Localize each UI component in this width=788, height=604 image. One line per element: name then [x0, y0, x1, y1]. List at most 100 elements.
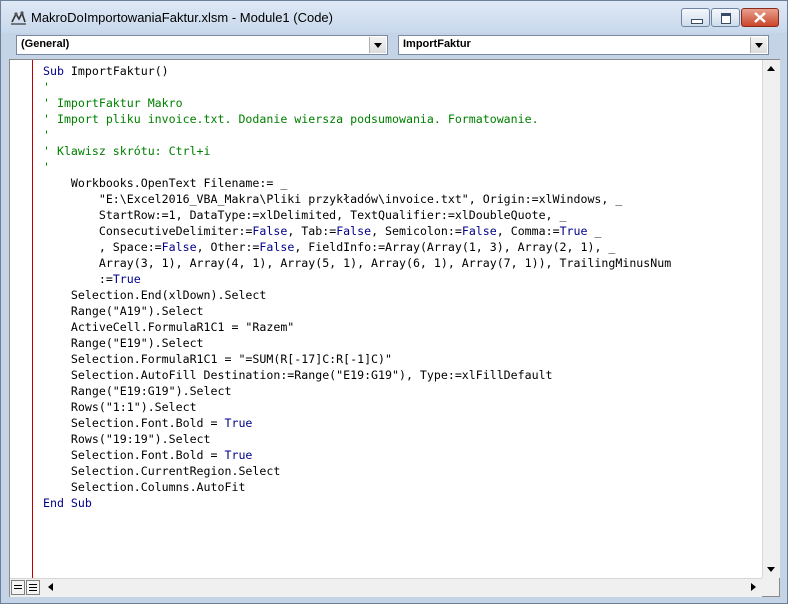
title-bar[interactable]: MakroDoImportowaniaFaktur.xlsm - Module1…: [1, 1, 787, 33]
code-keyword: End Sub: [43, 496, 92, 510]
minimize-icon: [691, 19, 703, 24]
maximize-button[interactable]: [711, 8, 740, 27]
code-line: ' ImportFaktur Makro: [43, 95, 768, 111]
code-text: ActiveCell.FormulaR1C1 = "Razem": [43, 320, 295, 334]
code-line: End Sub: [43, 495, 768, 511]
code-line: Selection.Font.Bold = True: [43, 447, 768, 463]
code-keyword: True: [224, 416, 253, 430]
code-line: StartRow:=1, DataType:=xlDelimited, Text…: [43, 207, 768, 223]
code-line: Selection.End(xlDown).Select: [43, 287, 768, 303]
code-text: , Semicolon:=: [371, 224, 462, 238]
code-comment: ': [43, 80, 50, 94]
close-button[interactable]: [741, 8, 779, 27]
code-keyword: Sub: [43, 64, 64, 78]
code-text: Selection.Columns.AutoFit: [43, 480, 246, 494]
procedure-view-icon: [14, 585, 22, 586]
code-text: Selection.Font.Bold =: [43, 416, 225, 430]
code-line: Workbooks.OpenText Filename:= _: [43, 175, 768, 191]
code-text: :=: [43, 272, 113, 286]
code-line: Range("E19:G19").Select: [43, 383, 768, 399]
code-text: Workbooks.OpenText Filename:= _: [43, 176, 288, 190]
code-line: Selection.AutoFill Destination:=Range("E…: [43, 367, 768, 383]
code-keyword: False: [336, 224, 372, 238]
minimize-button[interactable]: [681, 8, 710, 27]
chevron-down-icon[interactable]: [750, 37, 767, 53]
code-keyword: False: [161, 240, 197, 254]
code-keyword: True: [559, 224, 588, 238]
chevron-down-icon[interactable]: [369, 37, 386, 53]
scroll-down-arrow-icon[interactable]: [763, 561, 780, 578]
full-module-view-button[interactable]: [26, 580, 40, 595]
procedure-combo-value: ImportFaktur: [403, 38, 471, 50]
code-line: Rows("19:19").Select: [43, 431, 768, 447]
code-text: StartRow:=1, DataType:=xlDelimited, Text…: [43, 208, 567, 222]
code-text: Selection.Font.Bold =: [43, 448, 225, 462]
scrollbar-corner: [762, 578, 779, 596]
scroll-right-arrow-icon[interactable]: [745, 579, 762, 596]
code-text: , Space:=: [43, 240, 162, 254]
code-keyword: False: [461, 224, 497, 238]
horizontal-scrollbar[interactable]: [10, 578, 762, 597]
code-line: Range("E19").Select: [43, 335, 768, 351]
code-line: Selection.CurrentRegion.Select: [43, 463, 768, 479]
margin-indicator-bar[interactable]: [10, 60, 33, 578]
object-combo-value: (General): [21, 38, 70, 50]
code-line: Array(3, 1), Array(4, 1), Array(5, 1), A…: [43, 255, 768, 271]
code-line: Rows("1:1").Select: [43, 399, 768, 415]
code-text: "E:\Excel2016_VBA_Makra\Pliki przykładów…: [43, 192, 623, 206]
code-text: ConsecutiveDelimiter:=: [43, 224, 253, 238]
code-comment: ' Klawisz skrótu: Ctrl+i: [43, 144, 211, 158]
code-text: Array(3, 1), Array(4, 1), Array(5, 1), A…: [43, 256, 672, 270]
code-editor[interactable]: Sub ImportFaktur() ' ' ImportFaktur Makro '…: [43, 63, 768, 577]
code-line: :=True: [43, 271, 768, 287]
maximize-icon: [721, 13, 731, 24]
code-text: , Tab:=: [287, 224, 337, 238]
code-line: ': [43, 127, 768, 143]
code-line: ': [43, 159, 768, 175]
code-text: Selection.CurrentRegion.Select: [43, 464, 281, 478]
vertical-scrollbar[interactable]: [762, 60, 780, 578]
full-module-view-icon: [29, 584, 37, 585]
code-line: ': [43, 79, 768, 95]
scroll-left-arrow-icon[interactable]: [42, 579, 59, 596]
code-text: Range("A19").Select: [43, 304, 204, 318]
code-line: ConsecutiveDelimiter:=False, Tab:=False,…: [43, 223, 768, 239]
vba-project-icon: [11, 10, 26, 25]
code-text: Selection.AutoFill Destination:=Range("E…: [43, 368, 553, 382]
full-module-view-icon-line: [29, 590, 37, 591]
code-line: ' Import pliku invoice.txt. Dodanie wier…: [43, 111, 768, 127]
code-text: Selection.FormulaR1C1 = "=SUM(R[-17]C:R[…: [43, 352, 393, 366]
procedure-combo[interactable]: ImportFaktur: [398, 35, 769, 55]
code-line: ' Klawisz skrótu: Ctrl+i: [43, 143, 768, 159]
code-line: Selection.Font.Bold = True: [43, 415, 768, 431]
procedure-view-button[interactable]: [11, 580, 25, 595]
procedure-view-icon-line: [14, 588, 22, 589]
full-module-view-icon-line: [29, 587, 37, 588]
code-keyword: True: [224, 448, 253, 462]
code-text: Range("E19").Select: [43, 336, 204, 350]
code-text: Selection.End(xlDown).Select: [43, 288, 267, 302]
object-combo[interactable]: (General): [16, 35, 388, 55]
code-text: ImportFaktur(): [63, 64, 169, 78]
code-pane: Sub ImportFaktur() ' ' ImportFaktur Makro '…: [9, 59, 780, 597]
code-keyword: True: [112, 272, 141, 286]
code-comment: ' ImportFaktur Makro: [43, 96, 183, 110]
scroll-up-arrow-icon[interactable]: [763, 60, 780, 77]
code-comment: ' Import pliku invoice.txt. Dodanie wier…: [43, 112, 539, 126]
code-text: Rows("1:1").Select: [43, 400, 197, 414]
code-comment: ': [43, 160, 50, 174]
code-text: , Other:=: [196, 240, 260, 254]
code-text: _: [587, 224, 602, 238]
code-comment: ': [43, 128, 50, 142]
code-keyword: False: [252, 224, 288, 238]
close-icon: [754, 12, 766, 23]
code-text: , FieldInfo:=Array(Array(1, 3), Array(2,…: [294, 240, 616, 254]
code-line: ActiveCell.FormulaR1C1 = "Razem": [43, 319, 768, 335]
code-keyword: False: [259, 240, 295, 254]
code-line: Selection.FormulaR1C1 = "=SUM(R[-17]C:R[…: [43, 351, 768, 367]
code-text: , Comma:=: [496, 224, 560, 238]
window-title: MakroDoImportowaniaFaktur.xlsm - Module1…: [31, 10, 333, 25]
code-line: Range("A19").Select: [43, 303, 768, 319]
code-line: "E:\Excel2016_VBA_Makra\Pliki przykładów…: [43, 191, 768, 207]
code-text: Rows("19:19").Select: [43, 432, 211, 446]
